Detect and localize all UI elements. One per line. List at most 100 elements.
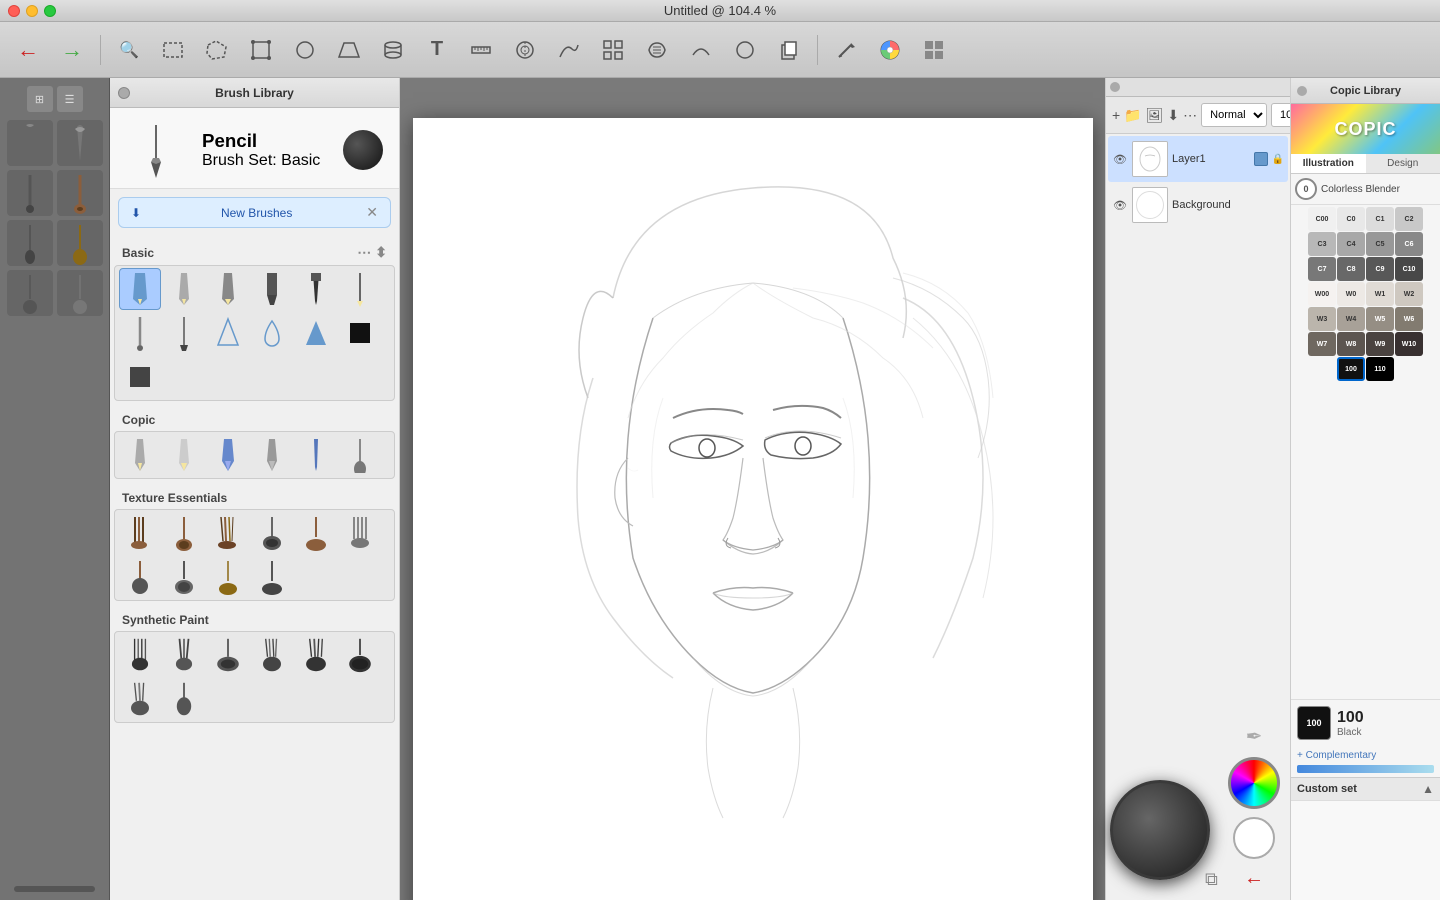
left-brush-3[interactable] xyxy=(7,170,53,216)
text-tool[interactable]: T xyxy=(417,30,457,70)
swatch-C7[interactable]: C7 xyxy=(1308,257,1336,281)
stack-widget[interactable]: ⧉ xyxy=(1205,869,1218,890)
merge-btn[interactable]: ⬇ xyxy=(1167,101,1179,129)
swatch-W0[interactable]: W0 xyxy=(1337,282,1365,306)
select-rect-tool[interactable] xyxy=(153,30,193,70)
left-brush-4[interactable] xyxy=(57,170,103,216)
syn-brush-3[interactable] xyxy=(207,634,249,676)
grid-layout-tool[interactable] xyxy=(914,30,954,70)
window-controls[interactable] xyxy=(8,5,56,17)
dark-jog-wheel[interactable] xyxy=(1110,780,1210,880)
swatch-W00[interactable]: W00 xyxy=(1308,282,1336,306)
transform-tool[interactable] xyxy=(241,30,281,70)
syn-brush-6[interactable] xyxy=(339,634,381,676)
tex-brush-4[interactable] xyxy=(251,512,293,554)
symmetry-tool[interactable] xyxy=(505,30,545,70)
copic-brush-5[interactable] xyxy=(295,434,337,476)
image-btn[interactable]: 🖼 xyxy=(1146,101,1164,129)
design-tab[interactable]: Design xyxy=(1366,154,1440,173)
swatch-W7[interactable]: W7 xyxy=(1308,332,1336,356)
layer1-lock[interactable]: 🔒 xyxy=(1272,154,1284,165)
brush-pen-thin[interactable] xyxy=(163,268,205,310)
list-icon[interactable]: ☰ xyxy=(57,86,83,112)
pen-nib-widget[interactable]: ✒ xyxy=(1246,724,1263,749)
tex-brush-8[interactable] xyxy=(163,556,205,598)
left-brush-8[interactable] xyxy=(57,270,103,316)
swatch-C3[interactable]: C3 xyxy=(1308,232,1336,256)
swatch-C6[interactable]: C6 xyxy=(1395,232,1423,256)
copic-brush-6[interactable] xyxy=(339,434,381,476)
canvas-area[interactable] xyxy=(400,78,1105,900)
tex-brush-5[interactable] xyxy=(295,512,337,554)
adjust-icon[interactable]: ⊞ xyxy=(27,86,53,112)
tex-brush-6[interactable] xyxy=(339,512,381,554)
layer-item-background[interactable]: 👁 Background xyxy=(1108,182,1288,228)
brush-fill-triangle[interactable] xyxy=(295,312,337,354)
arc-tool[interactable] xyxy=(681,30,721,70)
forward-button[interactable]: → xyxy=(52,30,92,70)
canvas[interactable] xyxy=(413,118,1093,900)
zoom-tool[interactable]: 🔍 xyxy=(109,30,149,70)
back-button[interactable]: ← xyxy=(8,30,48,70)
swatch-110[interactable]: 110 xyxy=(1366,357,1394,381)
pencil-draw-tool[interactable] xyxy=(826,30,866,70)
swatch-W3[interactable]: W3 xyxy=(1308,307,1336,331)
swatch-C8[interactable]: C8 xyxy=(1337,257,1365,281)
new-brushes-close[interactable]: ✕ xyxy=(366,204,378,221)
brush-dark-pen[interactable] xyxy=(295,268,337,310)
brush-square-dark[interactable] xyxy=(119,356,161,398)
swatch-W6[interactable]: W6 xyxy=(1395,307,1423,331)
color-wheel-tool[interactable] xyxy=(870,30,910,70)
new-brushes-bar[interactable]: ⬇ New Brushes ✕ xyxy=(118,197,391,228)
left-scrollbar[interactable] xyxy=(14,886,95,892)
brush-droplet[interactable] xyxy=(251,312,293,354)
swatch-W1[interactable]: W1 xyxy=(1366,282,1394,306)
grid-tool[interactable] xyxy=(593,30,633,70)
brush-library-close[interactable] xyxy=(118,87,130,99)
layers-panel-close[interactable] xyxy=(1110,82,1120,92)
swatch-100[interactable]: 100 xyxy=(1337,357,1365,381)
more-btn[interactable]: ⋯ xyxy=(1183,101,1197,129)
swatch-C0[interactable]: C0 xyxy=(1337,207,1365,231)
custom-set-collapse[interactable]: ▲ xyxy=(1422,782,1434,796)
brush-marker[interactable] xyxy=(251,268,293,310)
layer-item-layer1[interactable]: 👁 Layer1 🔒 xyxy=(1108,136,1288,182)
swatch-W8[interactable]: W8 xyxy=(1337,332,1365,356)
close-button[interactable] xyxy=(8,5,20,17)
swatch-C00[interactable]: C00 xyxy=(1308,207,1336,231)
background-visibility[interactable]: 👁 xyxy=(1112,197,1128,213)
tex-brush-1[interactable] xyxy=(119,512,161,554)
colorless-blender-row[interactable]: 0 Colorless Blender xyxy=(1291,174,1440,205)
swatch-W4[interactable]: W4 xyxy=(1337,307,1365,331)
syn-brush-5[interactable] xyxy=(295,634,337,676)
brush-triangle[interactable] xyxy=(207,312,249,354)
maximize-button[interactable] xyxy=(44,5,56,17)
lasso-tool[interactable] xyxy=(285,30,325,70)
syn-brush-8[interactable] xyxy=(163,678,205,720)
brush-calligraphy[interactable] xyxy=(163,312,205,354)
add-layer-btn[interactable]: + xyxy=(1112,101,1120,129)
brush-round-tip[interactable] xyxy=(119,312,161,354)
blend-mode-select[interactable]: Normal xyxy=(1201,103,1267,127)
curve-tool[interactable] xyxy=(549,30,589,70)
illustration-tab[interactable]: Illustration xyxy=(1291,154,1366,173)
cylinder-tool[interactable] xyxy=(373,30,413,70)
dots-icon[interactable]: ⋯ xyxy=(357,244,371,261)
syn-brush-1[interactable] xyxy=(119,634,161,676)
syn-brush-7[interactable] xyxy=(119,678,161,720)
swatch-C2[interactable]: C2 xyxy=(1395,207,1423,231)
tex-brush-2[interactable] xyxy=(163,512,205,554)
swatch-W9[interactable]: W9 xyxy=(1366,332,1394,356)
tex-brush-3[interactable] xyxy=(207,512,249,554)
swatch-C9[interactable]: C9 xyxy=(1366,257,1394,281)
left-brush-7[interactable] xyxy=(7,270,53,316)
swatch-C5[interactable]: C5 xyxy=(1366,232,1394,256)
sort-icon[interactable]: ⬍ xyxy=(375,244,387,261)
gesture-tool[interactable] xyxy=(637,30,677,70)
left-brush-2[interactable] xyxy=(57,120,103,166)
folder-btn[interactable]: 📁 xyxy=(1124,101,1141,129)
copic-brush-4[interactable] xyxy=(251,434,293,476)
left-brush-6[interactable] xyxy=(57,220,103,266)
copic-close-btn[interactable] xyxy=(1297,86,1307,96)
brush-square-black[interactable] xyxy=(339,312,381,354)
